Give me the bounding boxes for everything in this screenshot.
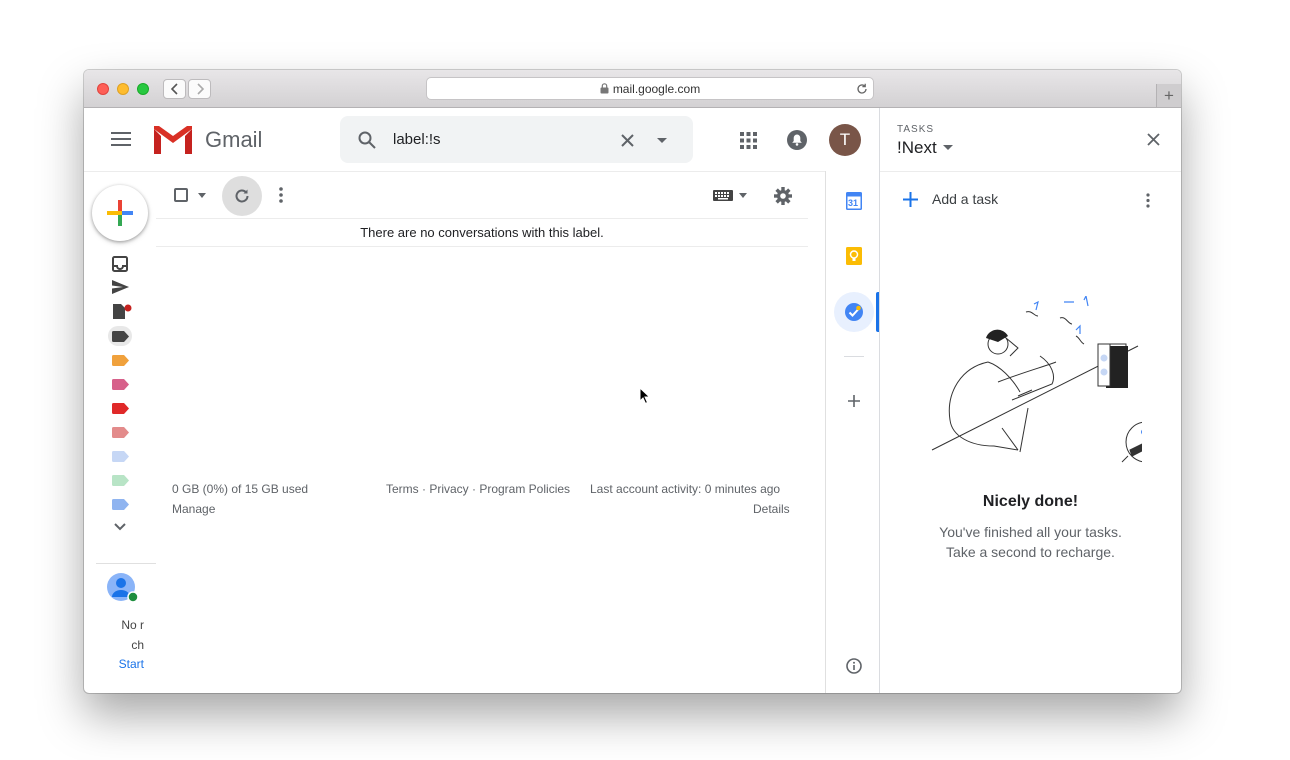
sent-icon[interactable]: [112, 280, 129, 294]
info-icon[interactable]: [846, 658, 862, 674]
empty-state-message: There are no conversations with this lab…: [360, 225, 604, 240]
label-tag-icon[interactable]: [112, 379, 129, 390]
get-addons-plus-icon[interactable]: [848, 395, 860, 407]
compose-button[interactable]: [92, 185, 148, 241]
notifications-icon[interactable]: [787, 130, 807, 150]
footer-policy-links[interactable]: Terms · Privacy · Program Policies: [386, 482, 570, 496]
activity-details-link[interactable]: Details: [753, 502, 790, 516]
search-options-icon[interactable]: [657, 138, 667, 144]
search-bar[interactable]: label:!s: [340, 116, 693, 163]
new-tab-button[interactable]: +: [1156, 84, 1181, 107]
calendar-day: 31: [848, 198, 859, 208]
more-labels-icon[interactable]: [114, 523, 126, 531]
rail-separator: [844, 356, 864, 357]
settings-gear-icon[interactable]: [774, 187, 792, 205]
tasks-panel-divider: [879, 108, 880, 693]
tasks-done-line-2: Take a second to recharge.: [946, 544, 1115, 560]
compose-plus-icon: [107, 200, 133, 226]
minimize-window-button[interactable]: [117, 83, 129, 95]
task-list-dropdown-icon: [942, 145, 953, 150]
last-activity: Last account activity: 0 minutes ago: [590, 482, 781, 496]
label-tag-icon[interactable]: [112, 451, 129, 462]
tasks-header-label: TASKS: [897, 124, 935, 135]
tasks-more-options-icon[interactable]: [1146, 193, 1150, 208]
select-all-checkbox[interactable]: [174, 188, 188, 202]
reload-icon[interactable]: [856, 83, 868, 95]
inbox-icon[interactable]: [112, 256, 128, 272]
account-avatar[interactable]: T: [829, 124, 861, 156]
browser-titlebar: mail.google.com +: [84, 70, 1181, 108]
input-tools-dropdown-icon[interactable]: [739, 193, 747, 198]
header-divider: [84, 171, 825, 172]
add-task-button[interactable]: Add a task: [903, 191, 998, 207]
message-list-bottom-divider: [156, 246, 808, 247]
gmail-logo-icon[interactable]: [154, 126, 192, 154]
close-window-button[interactable]: [97, 83, 109, 95]
main-menu-icon[interactable]: [111, 132, 131, 146]
hangouts-start-link[interactable]: Start: [104, 655, 144, 675]
hangouts-text-2: ch: [131, 637, 144, 652]
tasks-header-divider: [880, 171, 1181, 172]
side-rail-divider: [825, 171, 826, 693]
maximize-window-button[interactable]: [137, 83, 149, 95]
current-label-icon[interactable]: [112, 331, 129, 342]
label-tag-icon[interactable]: [112, 403, 129, 414]
address-bar[interactable]: mail.google.com: [426, 77, 874, 100]
more-options-icon[interactable]: [279, 187, 283, 203]
refresh-button[interactable]: [222, 176, 262, 216]
chevron-right-icon: [196, 83, 204, 95]
relaxing-person-illustration: [931, 296, 1142, 463]
tasks-icon: [845, 303, 863, 321]
hangouts-panel: No r ch Start o: [104, 616, 144, 676]
clear-search-icon[interactable]: [621, 134, 634, 147]
task-list-selector[interactable]: !Next: [897, 138, 953, 158]
label-tag-icon[interactable]: [112, 427, 129, 438]
search-icon[interactable]: [358, 131, 376, 149]
hangouts-avatar-icon[interactable]: [107, 573, 139, 603]
message-list-top-divider: [156, 218, 808, 219]
add-task-plus-icon: [903, 191, 918, 207]
label-tag-icon[interactable]: [112, 499, 129, 510]
url-text: mail.google.com: [612, 81, 701, 96]
keep-icon[interactable]: [846, 247, 862, 265]
hangouts-divider: [96, 563, 156, 564]
apps-grid-icon[interactable]: [740, 132, 757, 149]
hangouts-text-4: o: [104, 675, 144, 677]
tasks-done-title: Nicely done!: [982, 493, 1079, 510]
label-tag-icon[interactable]: [112, 355, 129, 366]
add-task-label: Add a task: [932, 191, 999, 207]
browser-window: mail.google.com + Gmail label:!s T No r …: [84, 70, 1181, 693]
lock-icon: [600, 83, 609, 94]
tasks-rail-button[interactable]: [834, 292, 874, 332]
gmail-wordmark: Gmail: [205, 127, 263, 152]
manage-storage-link[interactable]: Manage: [172, 502, 215, 516]
refresh-icon: [235, 189, 249, 203]
close-tasks-icon[interactable]: [1147, 133, 1160, 146]
keyboard-icon[interactable]: [713, 190, 733, 201]
mouse-cursor-icon: [639, 387, 651, 405]
select-dropdown-icon[interactable]: [198, 193, 206, 198]
hangouts-text-1: No r: [121, 618, 144, 632]
drafts-icon[interactable]: [112, 303, 133, 320]
task-list-name: !Next: [897, 138, 937, 157]
search-input[interactable]: label:!s: [393, 131, 441, 148]
avatar-letter: T: [839, 130, 851, 149]
label-tag-icon[interactable]: [112, 475, 129, 486]
chevron-left-icon: [170, 83, 178, 95]
tasks-done-line-1: You've finished all your tasks.: [939, 524, 1122, 540]
forward-button[interactable]: [188, 79, 211, 99]
back-button[interactable]: [163, 79, 186, 99]
storage-usage: 0 GB (0%) of 15 GB used: [172, 482, 309, 496]
